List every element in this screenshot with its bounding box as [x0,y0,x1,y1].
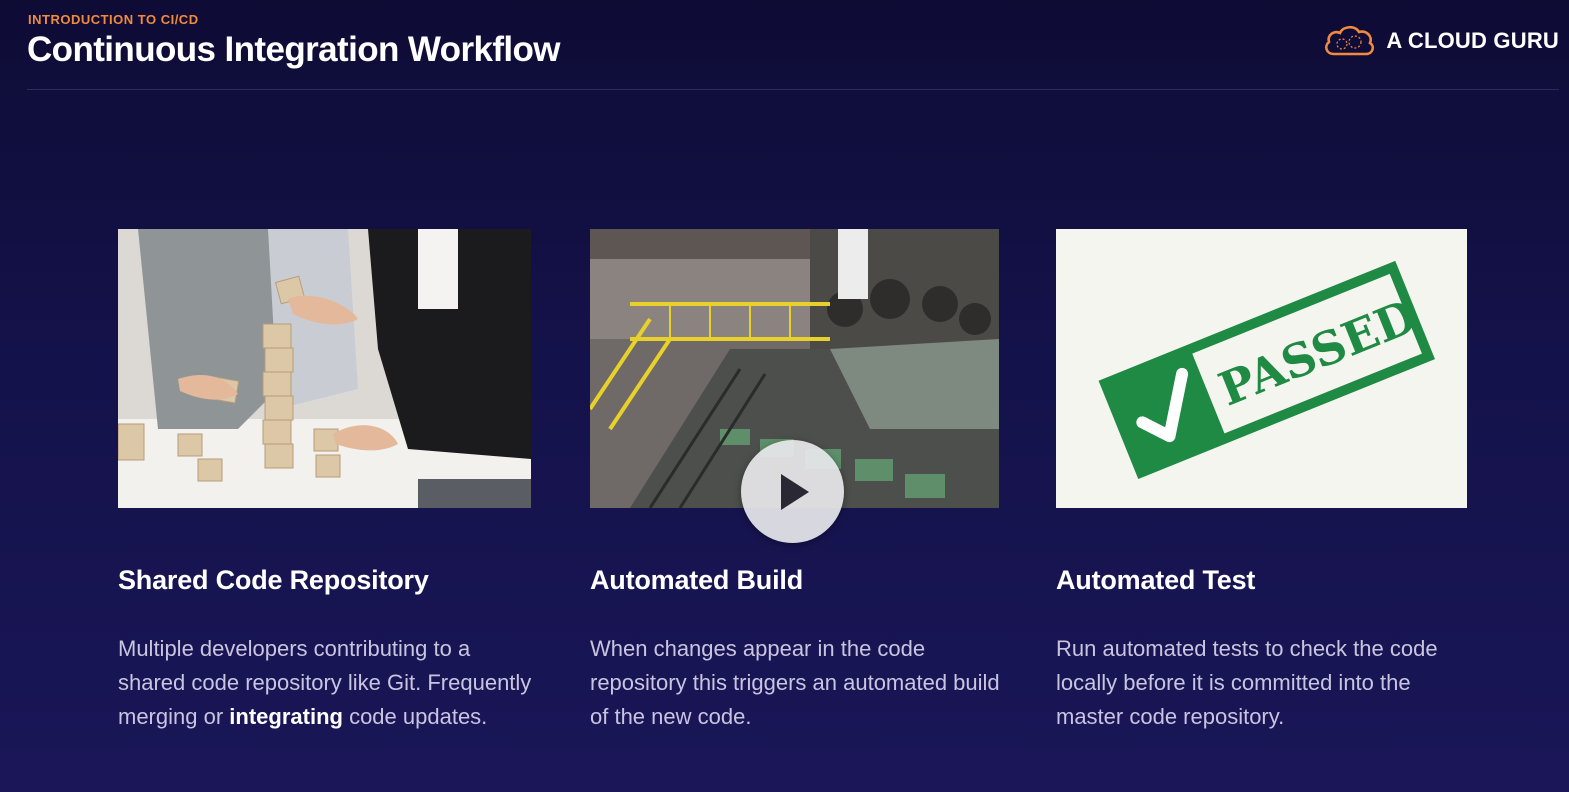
cloud-logo-icon [1325,25,1375,56]
card-body-shared-repo-part2: code updates. [342,704,488,729]
card-body-shared-repo-bold: integrating [229,704,343,729]
card-title-automated-test: Automated Test [1056,565,1256,595]
card-body-shared-repo: Multiple developers contributing to a sh… [118,632,538,734]
brand-logo: A CLOUD GURU [1322,22,1559,60]
card-title-shared-repo: Shared Code Repository [118,565,429,595]
play-icon [780,473,809,510]
card-body-automated-build: When changes appear in the code reposito… [590,636,1000,729]
slide-title: Continuous Integration Workflow [27,30,561,69]
play-button[interactable] [741,440,844,543]
header-divider [27,89,1559,90]
shared-repo-image [118,229,531,508]
automated-test-image: PASSED [1056,229,1467,508]
eyebrow-label: INTRODUCTION TO CI/CD [28,12,199,27]
card-title-automated-build: Automated Build [590,565,803,595]
brand-name: A CLOUD GURU [1386,28,1559,53]
card-body-automated-test: Run automated tests to check the code lo… [1056,636,1438,729]
